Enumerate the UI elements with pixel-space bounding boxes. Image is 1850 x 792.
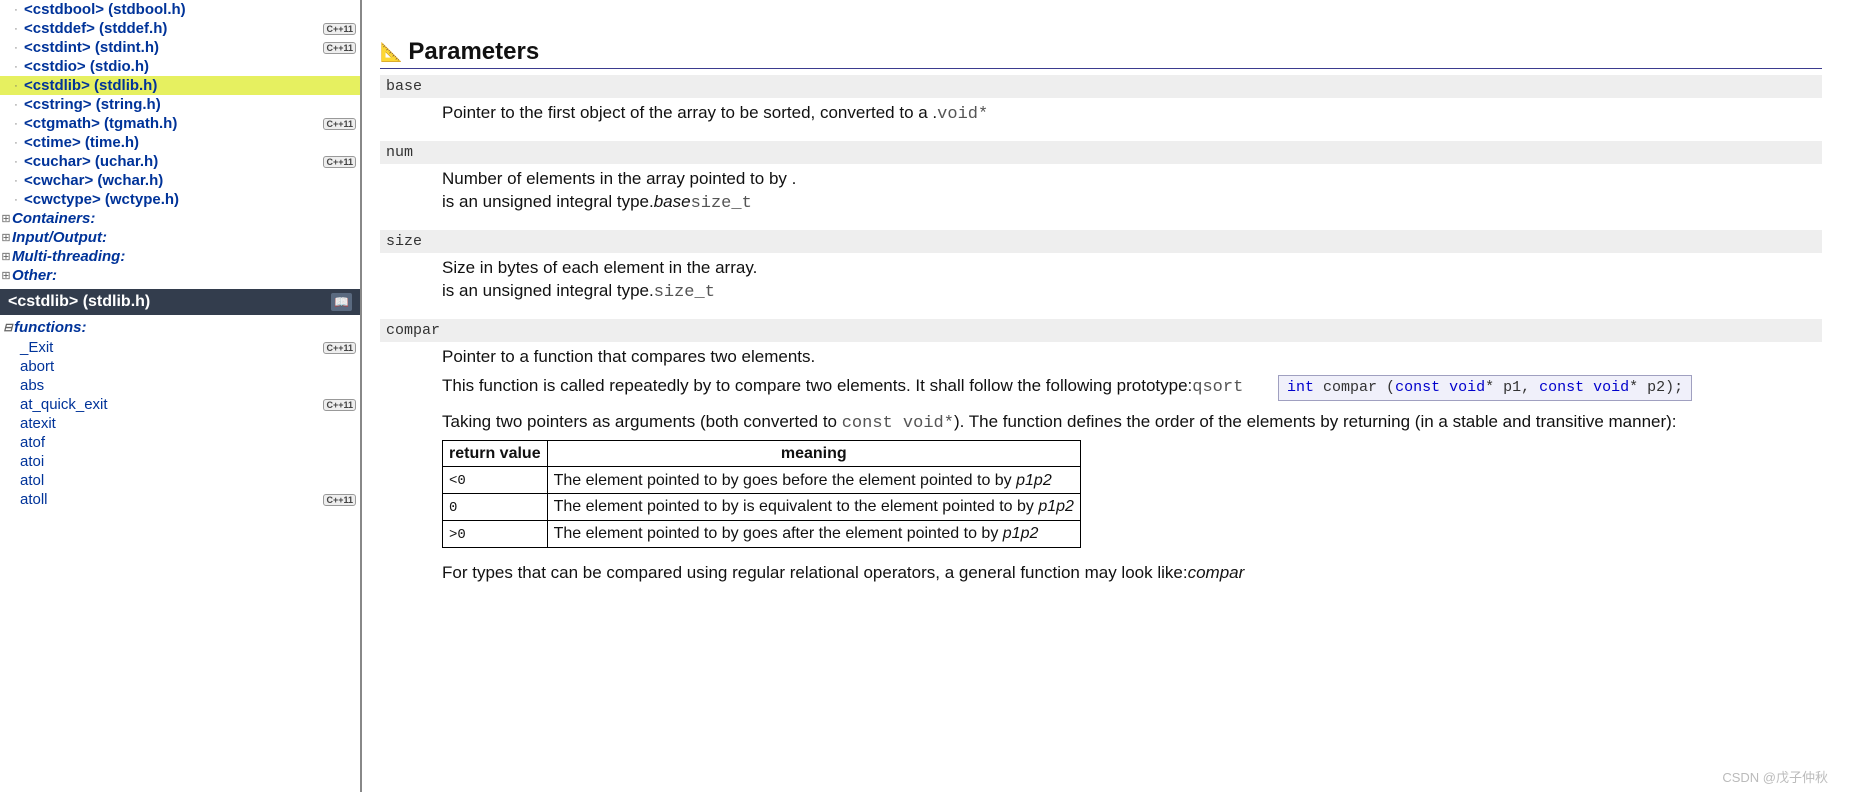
header-tree: ·<cstdbool> (stdbool.h)·<cstddef> (stdde… (0, 0, 360, 289)
dictionary-icon[interactable]: 📖 (331, 293, 352, 311)
tree-dot-icon: · (10, 99, 22, 111)
header-link[interactable]: <ctgmath> (tgmath.h) (24, 115, 323, 132)
expand-icon[interactable]: ⊞ (0, 269, 12, 282)
compar-return-table: return value meaning <0 The element poin… (442, 440, 1081, 548)
subheader-label: <cstdlib> (stdlib.h) (8, 293, 150, 311)
watermark: CSDN @戊子仲秋 (1722, 767, 1828, 786)
sidebar-header-item[interactable]: ·<cstddef> (stddef.h)C++11 (0, 19, 360, 38)
tree-dot-icon: · (10, 137, 22, 149)
function-item[interactable]: atexit (0, 414, 360, 433)
param-name-base: base (380, 75, 1822, 98)
header-link[interactable]: <cstdlib> (stdlib.h) (24, 77, 356, 94)
table-row: >0 The element pointed to by goes after … (443, 521, 1081, 548)
param-desc-size: Size in bytes of each element in the arr… (380, 253, 1822, 313)
function-link[interactable]: atoll (20, 491, 323, 508)
expand-icon[interactable]: ⊞ (0, 231, 12, 244)
tree-dot-icon: · (10, 61, 22, 73)
tree-dot-icon: · (10, 118, 22, 130)
function-link[interactable]: abs (20, 377, 356, 394)
tree-dot-icon: · (10, 42, 22, 54)
sidebar-header-item[interactable]: ·<cstdlib> (stdlib.h) (0, 76, 360, 95)
cpp11-badge: C++11 (323, 23, 356, 35)
param-name-num: num (380, 141, 1822, 164)
header-link[interactable]: <cwchar> (wchar.h) (24, 172, 356, 189)
function-link[interactable]: at_quick_exit (20, 396, 323, 413)
functions-section: ⊟ functions: _ExitC++11abortabsat_quick_… (0, 315, 360, 509)
category-link[interactable]: Containers: (12, 210, 95, 227)
header-link[interactable]: <cstddef> (stddef.h) (24, 20, 323, 37)
param-name-compar: compar (380, 319, 1822, 342)
function-item[interactable]: atoi (0, 452, 360, 471)
section-title: Parameters (408, 38, 539, 66)
header-link[interactable]: <cuchar> (uchar.h) (24, 153, 323, 170)
function-link[interactable]: abort (20, 358, 356, 375)
sidebar-header-item[interactable]: ·<ctgmath> (tgmath.h)C++11 (0, 114, 360, 133)
sidebar-header-item[interactable]: ·<ctime> (time.h) (0, 133, 360, 152)
tree-dot-icon: · (10, 80, 22, 92)
tree-dot-icon: · (10, 175, 22, 187)
function-item[interactable]: abort (0, 357, 360, 376)
category-link[interactable]: Input/Output: (12, 229, 107, 246)
header-link[interactable]: <cstdio> (stdio.h) (24, 58, 356, 75)
functions-label: functions: (14, 319, 87, 336)
header-link[interactable]: <ctime> (time.h) (24, 134, 356, 151)
expand-icon[interactable]: ⊞ (0, 212, 12, 225)
sidebar-category-item[interactable]: ⊞Input/Output: (0, 228, 360, 247)
param-desc-base: Pointer to the first object of the array… (380, 98, 1822, 135)
function-link[interactable]: atof (20, 434, 356, 451)
sidebar-subheader: <cstdlib> (stdlib.h) 📖 (0, 289, 360, 315)
function-item[interactable]: at_quick_exitC++11 (0, 395, 360, 414)
header-link[interactable]: <cstring> (string.h) (24, 96, 356, 113)
prototype-box: int compar (const void* p1, const void* … (1278, 375, 1692, 401)
functions-header[interactable]: ⊟ functions: (0, 317, 360, 338)
function-link[interactable]: atol (20, 472, 356, 489)
function-link[interactable]: atexit (20, 415, 356, 432)
section-title-row: 📐 Parameters (380, 38, 1822, 69)
tree-dot-icon: · (10, 194, 22, 206)
header-link[interactable]: <cwctype> (wctype.h) (24, 191, 356, 208)
param-name-size: size (380, 230, 1822, 253)
param-desc-compar: Pointer to a function that compares two … (380, 342, 1822, 593)
cpp11-badge: C++11 (323, 494, 356, 506)
cpp11-badge: C++11 (323, 399, 356, 411)
function-item[interactable]: atollC++11 (0, 490, 360, 509)
param-desc-num: Number of elements in the array pointed … (380, 164, 1822, 224)
triangle-icon: 📐 (380, 42, 402, 63)
sidebar-header-item[interactable]: ·<cwctype> (wctype.h) (0, 190, 360, 209)
table-row: <0 The element pointed to by goes before… (443, 467, 1081, 494)
category-link[interactable]: Other: (12, 267, 57, 284)
function-link[interactable]: atoi (20, 453, 356, 470)
table-header-meaning: meaning (547, 440, 1080, 467)
sidebar-header-item[interactable]: ·<cwchar> (wchar.h) (0, 171, 360, 190)
table-header-return: return value (443, 440, 548, 467)
cpp11-badge: C++11 (323, 42, 356, 54)
sidebar-header-item[interactable]: ·<cuchar> (uchar.h)C++11 (0, 152, 360, 171)
cpp11-badge: C++11 (323, 342, 356, 354)
sidebar-category-item[interactable]: ⊞Containers: (0, 209, 360, 228)
sidebar-header-item[interactable]: ·<cstdbool> (stdbool.h) (0, 0, 360, 19)
sidebar-header-item[interactable]: ·<cstring> (string.h) (0, 95, 360, 114)
sidebar-category-item[interactable]: ⊞Other: (0, 266, 360, 285)
tree-dot-icon: · (10, 23, 22, 35)
tree-dot-icon: · (10, 4, 22, 16)
table-row: 0 The element pointed to by is equivalen… (443, 494, 1081, 521)
cpp11-badge: C++11 (323, 118, 356, 130)
header-link[interactable]: <cstdbool> (stdbool.h) (24, 1, 356, 18)
function-item[interactable]: atof (0, 433, 360, 452)
sidebar-header-item[interactable]: ·<cstdio> (stdio.h) (0, 57, 360, 76)
expand-icon[interactable]: ⊞ (0, 250, 12, 263)
header-link[interactable]: <cstdint> (stdint.h) (24, 39, 323, 56)
sidebar-header-item[interactable]: ·<cstdint> (stdint.h)C++11 (0, 38, 360, 57)
function-link[interactable]: _Exit (20, 339, 323, 356)
collapse-icon[interactable]: ⊟ (2, 321, 14, 334)
function-item[interactable]: atol (0, 471, 360, 490)
category-link[interactable]: Multi-threading: (12, 248, 125, 265)
main-content: 📐 Parameters base Pointer to the first o… (362, 0, 1850, 792)
sidebar-category-item[interactable]: ⊞Multi-threading: (0, 247, 360, 266)
function-item[interactable]: _ExitC++11 (0, 338, 360, 357)
function-item[interactable]: abs (0, 376, 360, 395)
sidebar: ·<cstdbool> (stdbool.h)·<cstddef> (stdde… (0, 0, 362, 792)
tree-dot-icon: · (10, 156, 22, 168)
cpp11-badge: C++11 (323, 156, 356, 168)
